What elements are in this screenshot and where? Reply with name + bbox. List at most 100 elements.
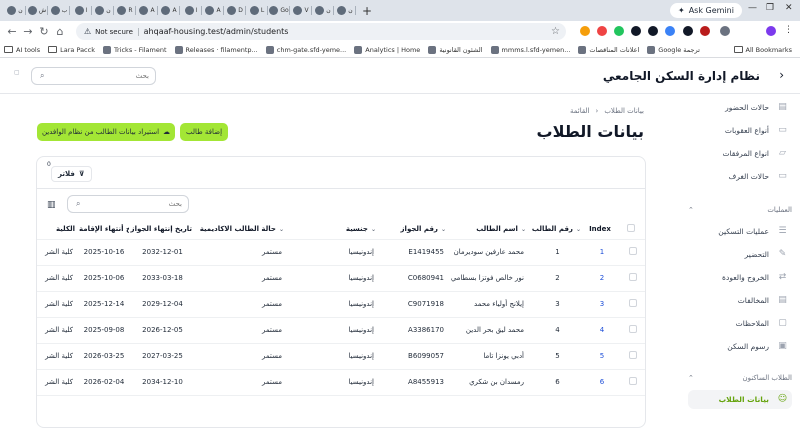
sidebar-item-exit-return[interactable]: الخروج والعودة ⇄ [688,268,792,287]
bookmark-item[interactable]: Tricks - Filament [102,45,167,54]
browser-tab[interactable]: D [224,2,246,19]
sidebar-item-room-states[interactable]: حالات الغرف ▭ [688,167,792,186]
table-row[interactable]: كلية الشر 2025-10-16 2032-12-01 مستمر إندوني… [37,239,645,266]
browser-tab[interactable]: Go [268,2,290,19]
breadcrumb-link[interactable]: بيانات الطلاب [604,107,644,115]
global-search-input[interactable] [69,72,149,80]
col-passport-expiry[interactable]: تاريخ إنتهاء الجواز [129,219,196,240]
back-icon[interactable]: ← [4,25,20,38]
extension-icon[interactable] [665,26,675,36]
sidebar-group-residents[interactable]: ⌃ الطلاب الساكنون [688,374,792,382]
bookmark-item[interactable]: mmms.l.sfd-yemen... [490,45,570,54]
browser-tab[interactable]: ا [180,2,202,19]
table-search[interactable]: ⌕ [67,195,189,213]
sidebar-item-violations[interactable]: المخالفات ▤ [688,291,792,310]
col-college[interactable]: الكلية [37,219,79,240]
browser-tab[interactable]: A [202,2,224,19]
pencil-icon: ✎ [778,249,787,259]
sidebar-item-housing-ops[interactable]: عمليات التسكين ☰ [688,222,792,241]
table-search-input[interactable] [102,200,182,208]
extension-icon[interactable] [614,26,624,36]
bookmark-star-icon[interactable]: ☆ [551,26,560,37]
browser-tab[interactable]: V [290,2,312,19]
sidebar-item-housing-fees[interactable]: رسوم السكن ▣ [688,337,792,356]
user-avatar[interactable]: ▢ [14,69,24,81]
browser-tab[interactable]: ن [312,2,334,19]
table-row[interactable]: كلية الشر 2025-12-14 2029-12-04 مستمر إندوني… [37,291,645,318]
new-tab-button[interactable]: + [356,4,378,18]
bookmark-label: Releases · filamentp... [185,45,258,54]
sidebar-item-attendance[interactable]: التحضير ✎ [688,245,792,264]
extension-icon[interactable] [631,26,641,36]
col-student-no[interactable]: رقم الطالب ⌄ [530,219,585,240]
bookmark-item[interactable]: الشئون القانونية [428,45,483,54]
col-passport[interactable]: رقم الجواز ⌄ [380,219,450,240]
browser-tab[interactable]: ن [92,2,114,19]
maximize-icon[interactable]: ❐ [766,3,774,13]
sidebar-item-penalty-types[interactable]: أنواع العقوبات ▭ [688,121,792,140]
ask-gemini-button[interactable]: ✦ Ask Gemini [670,3,742,18]
sidebar-item-students[interactable]: بيانات الطلاب ☺ [688,390,792,409]
sidebar-group-operations[interactable]: ⌃ العمليات [688,206,792,214]
extension-icon[interactable] [580,26,590,36]
sidebar-collapse-icon[interactable]: › [779,68,784,82]
row-checkbox[interactable] [619,291,645,318]
extension-icon[interactable] [683,26,693,36]
col-residence-expiry[interactable]: تاريخ أنتهاء الإقامة [79,219,129,240]
extensions-puzzle-icon[interactable] [720,26,730,36]
sidebar-item-attachment-types[interactable]: انواع المرفقات ▱ [688,144,792,163]
browser-tab[interactable]: R [114,2,136,19]
import-students-button[interactable]: استيراد بيانات الطالب من نظام الوافدين ☁ [37,123,175,141]
filters-button[interactable]: فلاتر ⊽ [51,166,92,182]
menu-dots-icon[interactable]: ⋮ [784,25,794,35]
reload-icon[interactable]: ↻ [36,25,52,38]
table-row[interactable]: كلية الشر 2026-02-04 2034-12-10 مستمر إندوني… [37,369,645,396]
col-academic-status[interactable]: حالة الطالب الاكاديمية ⌄ [196,219,288,240]
browser-tab[interactable]: ن [334,2,356,19]
global-search[interactable]: ⌕ [31,67,156,85]
col-name[interactable]: اسم الطالب ⌄ [450,219,530,240]
bookmark-favicon [428,45,437,54]
profile-avatar[interactable] [766,26,776,36]
extension-icon[interactable] [597,26,607,36]
table-row[interactable]: كلية الشر 2026-03-25 2027-03-25 مستمر إندوني… [37,343,645,370]
col-index[interactable]: Index [585,219,619,240]
bookmark-item[interactable]: Releases · filamentp... [174,45,258,54]
table-row[interactable]: كلية الشر 2025-10-06 2033-03-18 مستمر إندوني… [37,265,645,292]
url-text[interactable]: ahqaaf-housing.test/admin/students [144,27,289,36]
browser-tab[interactable]: L [246,2,268,19]
forward-icon[interactable]: → [20,25,36,38]
bookmark-item[interactable]: اعلانات المناقصات [578,45,639,54]
minimize-icon[interactable]: — [748,3,757,13]
add-student-button[interactable]: إضافة طالب [180,123,228,141]
sidebar-item-notes[interactable]: الملاحظات ▢ [688,314,792,333]
extension-icon[interactable] [700,26,710,36]
row-checkbox[interactable] [619,317,645,344]
row-checkbox[interactable] [619,369,645,396]
row-checkbox[interactable] [619,239,645,266]
extension-icon[interactable] [648,26,658,36]
bookmark-item[interactable]: Lara Pacck [48,46,95,54]
bookmark-item[interactable]: All Bookmarks [733,46,792,54]
close-window-icon[interactable]: ✕ [785,3,793,13]
bookmark-item[interactable]: chm-gate.sfd-yeme... [265,45,347,54]
bookmark-label: chm-gate.sfd-yeme... [276,45,347,54]
row-checkbox[interactable] [619,265,645,292]
browser-tab[interactable]: ب [48,2,70,19]
col-nationality[interactable]: جنسية ⌄ [288,219,380,240]
browser-tab[interactable]: A [136,2,158,19]
browser-tab[interactable]: ش [26,2,48,19]
table-row[interactable]: كلية الشر 2025-09-08 2026-12-05 مستمر إندوني… [37,317,645,344]
omnibox[interactable]: ⚠ Not secure | ahqaaf-housing.test/admin… [76,23,566,40]
bookmark-item[interactable]: Analytics | Home [354,45,420,54]
row-checkbox[interactable] [619,343,645,370]
bookmark-item[interactable]: Google ترجمة [647,45,700,54]
columns-toggle-icon[interactable]: ▥ [47,200,56,210]
browser-tab[interactable]: A [158,2,180,19]
bookmark-item[interactable]: AI tools [4,46,40,54]
browser-tab[interactable]: ا [70,2,92,19]
sidebar-item-attendance-states[interactable]: حالات الحضور ▤ [688,98,792,117]
home-icon[interactable]: ⌂ [52,25,68,38]
select-all-checkbox[interactable] [619,219,645,240]
browser-tab[interactable]: ن [4,2,26,19]
